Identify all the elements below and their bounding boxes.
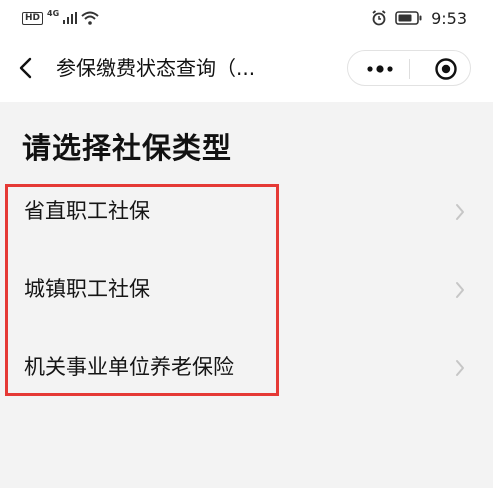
capsule-divider [409,59,410,79]
status-left: HD 4G [22,8,99,28]
status-bar: HD 4G 9:53 [0,0,493,36]
chevron-right-icon [456,282,464,298]
list-item-provincial-employee-insurance[interactable]: 省直职工社保 [0,182,493,242]
list-item-label: 城镇职工社保 [24,277,150,301]
battery-icon [395,11,422,25]
network-type: 4G [47,8,60,18]
nav-title: 参保缴费状态查询（... [56,56,256,80]
status-right: 9:53 [371,7,467,29]
signal-icon [63,12,78,24]
list-item-label: 省直职工社保 [24,199,150,223]
hd-badge: HD [22,11,44,25]
list-item-label: 机关事业单位养老保险 [24,355,234,379]
wifi-icon [81,11,99,25]
mini-program-capsule [347,50,471,86]
list-item-institution-pension-insurance[interactable]: 机关事业单位养老保险 [0,338,493,398]
nav-bar: 参保缴费状态查询（... [0,36,493,102]
alarm-icon [372,10,386,26]
list-item-urban-employee-insurance[interactable]: 城镇职工社保 [0,260,493,320]
chevron-right-icon [456,204,464,220]
more-dots-icon[interactable] [365,62,395,76]
chevron-left-icon[interactable] [14,56,38,80]
chevron-right-icon [456,360,464,376]
target-icon[interactable] [434,57,458,81]
clock: 9:53 [431,8,467,28]
page-title: 请选择社保类型 [22,131,233,165]
